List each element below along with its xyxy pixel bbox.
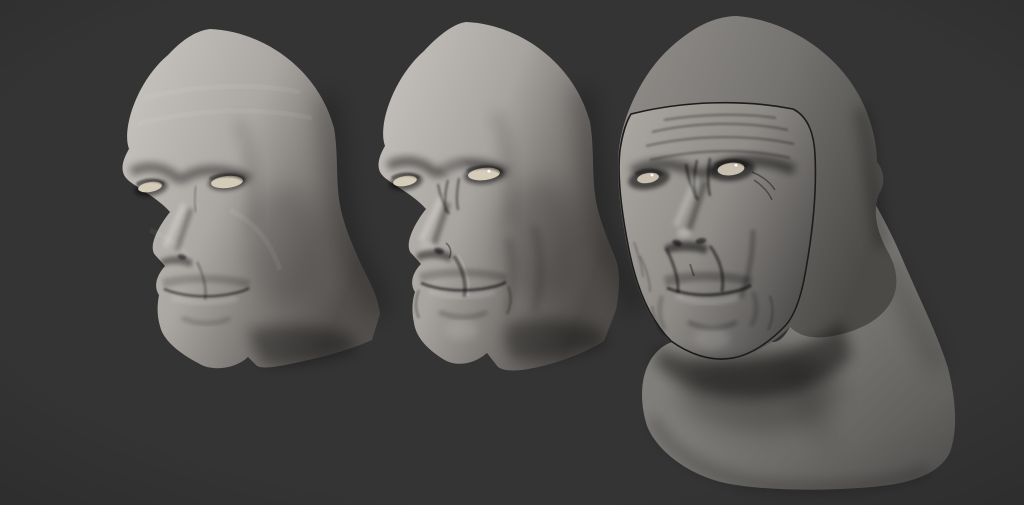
vignette-overlay — [0, 0, 1024, 505]
render-canvas — [0, 0, 1024, 505]
sculpt-render-viewport[interactable] — [0, 0, 1024, 505]
